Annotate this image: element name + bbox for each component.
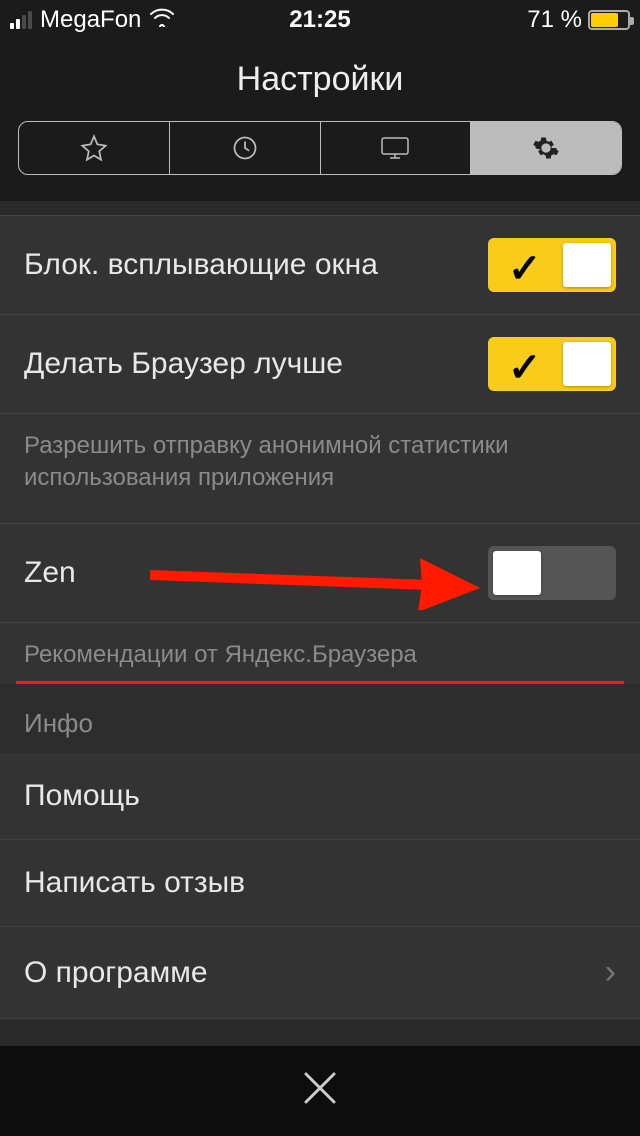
- close-icon: [300, 1068, 340, 1108]
- battery-icon: [588, 10, 630, 30]
- settings-list: Блок. всплывающие окна ✓ Делать Браузер …: [0, 215, 640, 1019]
- tab-settings[interactable]: [471, 122, 621, 174]
- improve-browser-footnote: Разрешить отправку анонимной статистики …: [0, 414, 640, 523]
- header: Настройки: [0, 40, 640, 201]
- history-icon: [231, 134, 259, 162]
- row-feedback[interactable]: Написать отзыв: [0, 840, 640, 927]
- feedback-label: Написать отзыв: [24, 866, 245, 900]
- row-block-popups: Блок. всплывающие окна ✓: [0, 215, 640, 315]
- zen-footnote: Рекомендации от Яндекс.Браузера: [0, 623, 640, 681]
- help-label: Помощь: [24, 779, 140, 813]
- carrier-label: MegaFon: [40, 6, 141, 34]
- segment-tabs: [18, 121, 622, 175]
- improve-browser-toggle[interactable]: ✓: [488, 337, 616, 391]
- toggle-thumb: [563, 243, 611, 287]
- page-title: Настройки: [0, 60, 640, 99]
- chevron-right-icon: ›: [605, 953, 616, 992]
- zen-label: Zen: [24, 556, 488, 590]
- zen-toggle[interactable]: [488, 546, 616, 600]
- row-help[interactable]: Помощь: [0, 753, 640, 840]
- block-popups-toggle[interactable]: ✓: [488, 238, 616, 292]
- toggle-thumb: [493, 551, 541, 595]
- star-icon: [80, 134, 108, 162]
- improve-browser-label: Делать Браузер лучше: [24, 347, 488, 381]
- close-button[interactable]: [300, 1061, 340, 1121]
- check-icon: ✓: [508, 345, 542, 391]
- block-popups-label: Блок. всплывающие окна: [24, 248, 488, 282]
- row-improve-browser: Делать Браузер лучше ✓: [0, 315, 640, 414]
- row-zen: Zen: [0, 523, 640, 623]
- signal-icon: [10, 11, 32, 29]
- gear-icon: [532, 134, 560, 162]
- tab-bookmarks[interactable]: [19, 122, 170, 174]
- toggle-thumb: [563, 342, 611, 386]
- desktop-icon: [380, 135, 410, 161]
- row-about[interactable]: О программе ›: [0, 927, 640, 1019]
- status-bar: MegaFon 21:25 71 %: [0, 0, 640, 40]
- battery-percent: 71 %: [527, 6, 582, 34]
- info-section-header: Инфо: [0, 684, 640, 753]
- about-label: О программе: [24, 956, 208, 990]
- wifi-icon: [149, 6, 175, 34]
- tab-history[interactable]: [170, 122, 321, 174]
- check-icon: ✓: [508, 246, 542, 292]
- bottom-bar: [0, 1046, 640, 1136]
- tab-desktop[interactable]: [321, 122, 472, 174]
